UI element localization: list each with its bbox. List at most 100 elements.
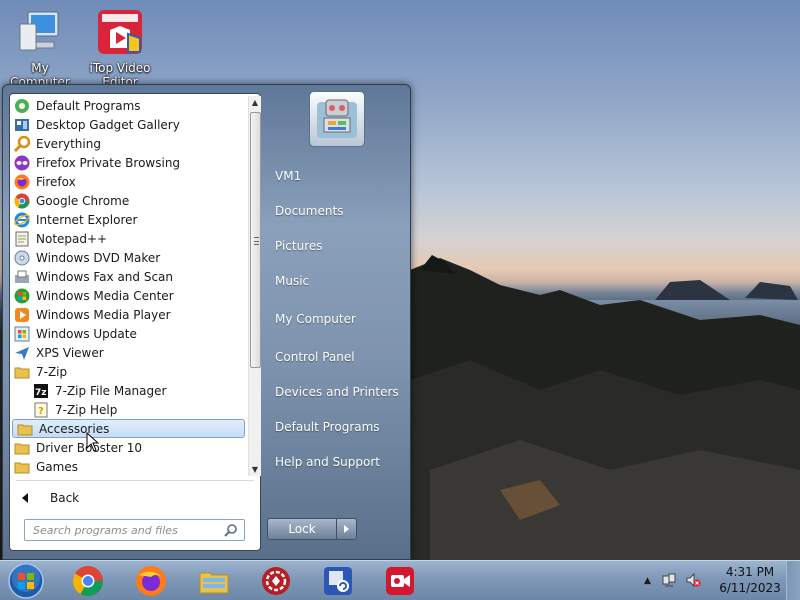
- chrome-icon: [14, 193, 30, 209]
- taskbar-chrome[interactable]: [70, 563, 106, 599]
- taskbar-firefox[interactable]: [133, 563, 169, 599]
- program-item[interactable]: Default Programs: [10, 96, 247, 115]
- driver-booster-icon: [262, 567, 290, 595]
- gadget-gallery-icon: [14, 117, 30, 133]
- firefox-private-icon: [14, 155, 30, 171]
- dvd-maker-icon: [14, 250, 30, 266]
- scrollbar-thumb[interactable]: [250, 112, 261, 368]
- program-item[interactable]: 7z 7-Zip File Manager: [10, 381, 247, 400]
- taskbar-driver-booster[interactable]: [258, 563, 294, 599]
- devices-printers-link[interactable]: Devices and Printers: [275, 385, 399, 399]
- lock-button[interactable]: Lock: [267, 518, 337, 540]
- program-item[interactable]: Internet Explorer: [10, 210, 247, 229]
- internet-explorer-icon: [14, 212, 30, 228]
- taskbar-screen-recorder[interactable]: [382, 563, 418, 599]
- taskbar-screen-capture[interactable]: [320, 563, 356, 599]
- scroll-up-arrow-icon[interactable]: ▲: [249, 96, 261, 109]
- robot-avatar-icon: [317, 99, 357, 138]
- shutdown-options-arrow-icon[interactable]: [336, 518, 357, 540]
- programs-scrollbar[interactable]: ▲ ▼: [248, 96, 261, 476]
- program-item[interactable]: XPS Viewer: [10, 343, 247, 362]
- network-icon[interactable]: [661, 572, 677, 591]
- program-item[interactable]: Firefox: [10, 172, 247, 191]
- taskbar: ▲ 4:31 PM 6/11/2023: [0, 560, 800, 600]
- pictures-link[interactable]: Pictures: [275, 239, 323, 253]
- program-item[interactable]: ? 7-Zip Help: [10, 400, 247, 419]
- svg-text:7z: 7z: [35, 388, 47, 398]
- folder-icon: [14, 440, 30, 456]
- clock-date: 6/11/2023: [719, 581, 781, 595]
- screen-recorder-icon: [386, 567, 414, 595]
- clock[interactable]: 4:31 PM 6/11/2023: [712, 564, 788, 596]
- program-folder-selected[interactable]: Accessories: [12, 419, 245, 438]
- divider: [269, 338, 401, 339]
- computer-icon: [0, 8, 80, 59]
- media-player-icon: [14, 307, 30, 323]
- control-panel-link[interactable]: Control Panel: [275, 350, 355, 364]
- folder-icon: [14, 459, 30, 475]
- divider: [16, 480, 254, 481]
- search-input[interactable]: Search programs and files: [24, 519, 245, 541]
- help-file-icon: ?: [33, 402, 49, 418]
- itop-video-editor-icon: [80, 8, 160, 59]
- back-button[interactable]: Back: [18, 488, 79, 508]
- grip-icon: [254, 237, 259, 245]
- desktop-icon-label: iTop Video Editor: [89, 61, 151, 84]
- 7zip-icon: 7z: [33, 383, 49, 399]
- program-item[interactable]: Windows Media Player: [10, 305, 247, 324]
- divider: [269, 300, 401, 301]
- search-placeholder: Search programs and files: [33, 523, 178, 537]
- program-folder[interactable]: 7-Zip: [10, 362, 247, 381]
- program-item[interactable]: Windows DVD Maker: [10, 248, 247, 267]
- program-item[interactable]: Notepad++: [10, 229, 247, 248]
- media-center-icon: [14, 288, 30, 304]
- firefox-icon: [136, 566, 166, 596]
- notepad-plus-icon: [14, 231, 30, 247]
- fax-scan-icon: [14, 269, 30, 285]
- windows-update-icon: [14, 326, 30, 342]
- program-item[interactable]: Windows Fax and Scan: [10, 267, 247, 286]
- explorer-folder-icon: [199, 572, 229, 594]
- show-hidden-icons-chevron-icon[interactable]: ▲: [644, 576, 651, 586]
- user-avatar[interactable]: [309, 91, 365, 147]
- chrome-icon: [72, 566, 103, 597]
- search-icon[interactable]: [224, 523, 238, 540]
- notification-area: ▲: [644, 561, 701, 600]
- volume-muted-icon[interactable]: [685, 572, 701, 591]
- program-item[interactable]: Windows Media Center: [10, 286, 247, 305]
- everything-search-icon: [14, 135, 30, 152]
- default-programs-icon: [14, 98, 30, 114]
- windows-orb-icon: [8, 563, 44, 599]
- program-item[interactable]: Firefox Private Browsing: [10, 153, 247, 172]
- xps-viewer-icon: [14, 345, 30, 361]
- program-folder[interactable]: Driver Booster 10: [10, 438, 247, 457]
- start-button[interactable]: [6, 562, 46, 600]
- scroll-down-arrow-icon[interactable]: ▼: [249, 463, 261, 476]
- documents-link[interactable]: Documents: [275, 204, 343, 218]
- screen-capture-icon: [324, 567, 352, 595]
- start-menu: Default Programs Desktop Gadget Gallery …: [2, 84, 411, 560]
- program-item[interactable]: Windows Update: [10, 324, 247, 343]
- folder-icon: [14, 364, 30, 380]
- taskbar-explorer[interactable]: [196, 563, 232, 599]
- show-desktop-button[interactable]: [786, 561, 800, 600]
- program-folder[interactable]: Games: [10, 457, 247, 476]
- desktop-icon-itop-video-editor[interactable]: iTop Video Editor: [80, 8, 160, 84]
- help-support-link[interactable]: Help and Support: [275, 455, 380, 469]
- music-link[interactable]: Music: [275, 274, 309, 288]
- folder-icon: [17, 421, 33, 437]
- user-folder-link[interactable]: VM1: [275, 169, 301, 183]
- mouse-cursor-icon: [86, 432, 100, 452]
- svg-text:?: ?: [38, 406, 44, 417]
- start-menu-programs-pane: Default Programs Desktop Gadget Gallery …: [9, 93, 261, 551]
- my-computer-link[interactable]: My Computer: [275, 312, 356, 326]
- program-item[interactable]: Google Chrome: [10, 191, 247, 210]
- firefox-icon: [14, 174, 30, 190]
- back-arrow-icon: [22, 493, 28, 503]
- program-item[interactable]: Desktop Gadget Gallery: [10, 115, 247, 134]
- default-programs-link[interactable]: Default Programs: [275, 420, 380, 434]
- all-programs-list: Default Programs Desktop Gadget Gallery …: [10, 96, 247, 476]
- desktop-icon-my-computer[interactable]: My Computer: [0, 8, 80, 89]
- program-item[interactable]: Everything: [10, 134, 247, 153]
- clock-time: 4:31 PM: [725, 565, 775, 579]
